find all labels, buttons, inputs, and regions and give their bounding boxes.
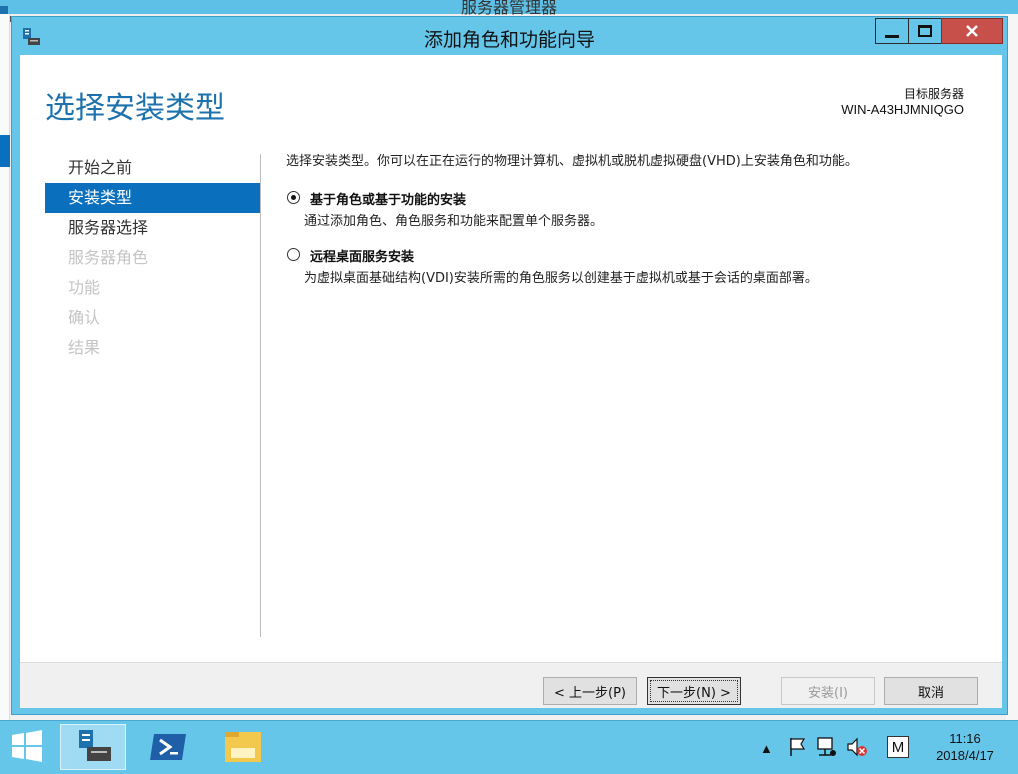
windows-start-icon[interactable] (10, 729, 44, 763)
nav-item-before-you-begin[interactable]: 开始之前 (45, 153, 260, 183)
network-icon[interactable] (816, 736, 838, 758)
radio-remote-desktop[interactable] (287, 248, 300, 261)
minimize-icon (885, 34, 899, 38)
intro-text: 选择安装类型。你可以在正在运行的物理计算机、虚拟机或脱机虚拟硬盘(VHD)上安装… (286, 154, 858, 169)
server-manager-nav (0, 14, 10, 720)
clock-time: 11:16 (949, 731, 981, 746)
cancel-button[interactable]: 取消 (884, 677, 978, 705)
next-button[interactable]: 下一步(N) > (647, 677, 741, 705)
minimize-button[interactable] (875, 18, 909, 44)
dialog-client-area: 选择安装类型 目标服务器 WIN-A43HJMNIQGO 开始之前 安装类型 服… (20, 55, 1002, 708)
nav-item-features: 功能 (68, 278, 101, 297)
server-manager-nav-selected[interactable] (0, 135, 10, 167)
nav-item-installation-type[interactable]: 安装类型 (45, 183, 260, 213)
page-title: 选择安装类型 (45, 91, 225, 126)
powershell-icon (150, 734, 186, 760)
wizard-content: 选择安装类型。你可以在正在运行的物理计算机、虚拟机或脱机虚拟硬盘(VHD)上安装… (286, 153, 986, 286)
option-role-based-description: 通过添加角色、角色服务和功能来配置单个服务器。 (304, 214, 604, 229)
clock-date: 2018/4/17 (936, 748, 994, 763)
chevron-up-icon: ▲ (760, 740, 773, 756)
server-manager-icon (79, 730, 111, 761)
add-roles-wizard-dialog: 添加角色和功能向导 选择安装类型 目标服务器 WIN-A43HJMNIQGO 开… (11, 16, 1008, 715)
nav-item-confirmation: 确认 (68, 308, 101, 327)
dialog-footer: < 上一步(P) 下一步(N) > 安装(I) 取消 (20, 662, 1002, 708)
wizard-nav: 开始之前 安装类型 服务器选择 服务器角色 功能 确认 结果 (45, 153, 260, 363)
input-method-indicator[interactable]: M (887, 736, 909, 758)
nav-divider (260, 154, 261, 637)
maximize-icon (918, 25, 932, 37)
maximize-button[interactable] (908, 18, 942, 44)
close-button[interactable] (941, 18, 1003, 44)
volume-muted-icon[interactable] (846, 736, 868, 758)
nav-item-server-selection[interactable]: 服务器选择 (45, 213, 260, 243)
dialog-title: 添加角色和功能向导 (423, 29, 595, 51)
server-manager-titlebar: 服务器管理器 (0, 0, 1018, 17)
taskbar-server-manager[interactable] (60, 724, 126, 770)
option-remote-desktop-description: 为虚拟桌面基础结构(VDI)安装所需的角色服务以创建基于虚拟机或基于会话的桌面部… (304, 271, 818, 286)
taskbar-file-explorer[interactable] (210, 724, 276, 770)
show-hidden-icons[interactable]: ▲ (760, 737, 773, 759)
option-role-based-label[interactable]: 基于角色或基于功能的安装 (310, 189, 466, 208)
nav-item-results: 结果 (68, 338, 101, 357)
radio-role-based[interactable] (287, 191, 300, 204)
folder-icon (225, 732, 261, 762)
previous-button[interactable]: < 上一步(P) (543, 677, 637, 705)
nav-item-server-roles: 服务器角色 (68, 248, 149, 267)
taskbar-powershell[interactable] (136, 724, 202, 770)
target-server-label: 目标服务器 (903, 87, 964, 101)
close-icon (966, 25, 978, 37)
action-center-flag-icon[interactable] (788, 736, 808, 758)
option-remote-desktop-label[interactable]: 远程桌面服务安装 (310, 246, 414, 265)
target-server-name: WIN-A43HJMNIQGO (841, 102, 964, 117)
install-button: 安装(I) (781, 677, 875, 705)
taskbar: ▲ M 11:16 2018/4/17 (0, 720, 1018, 774)
dialog-titlebar[interactable]: 添加角色和功能向导 (12, 17, 1007, 54)
taskbar-clock[interactable]: 11:16 2018/4/17 (920, 730, 1010, 764)
